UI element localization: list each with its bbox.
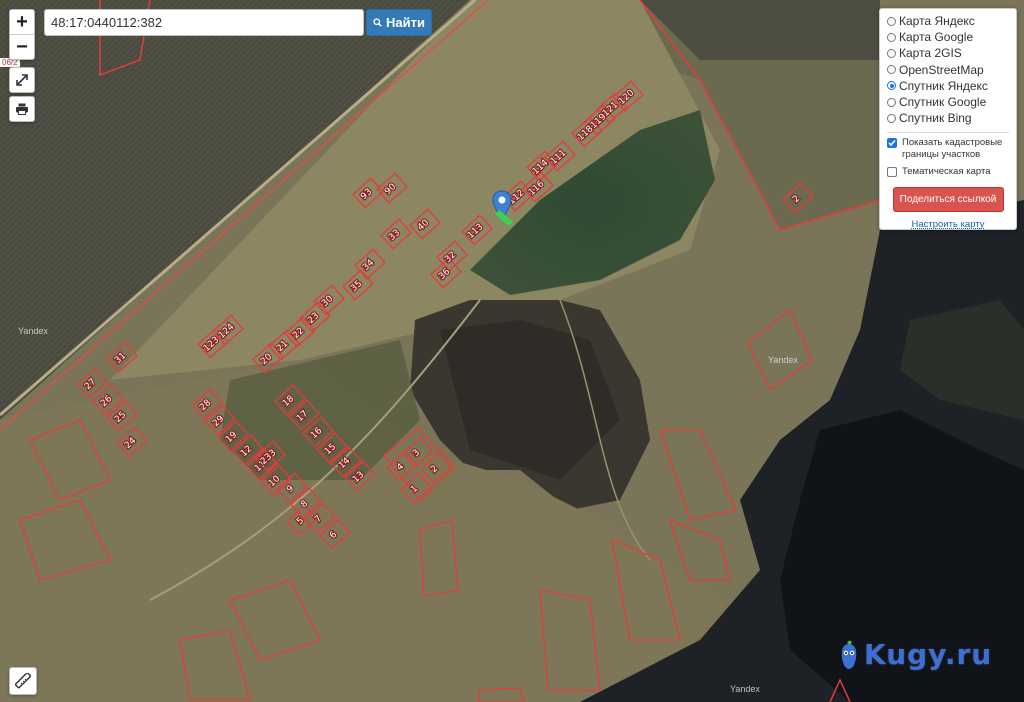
fullscreen-button[interactable] (9, 67, 35, 93)
search-icon (373, 18, 382, 27)
printer-icon (16, 103, 28, 115)
layer-option-google-satellite[interactable]: Спутник Google (887, 94, 1009, 110)
logo-text: Kugy.ru (864, 638, 993, 671)
share-link-button[interactable]: Поделиться ссылкой (892, 187, 1004, 213)
map-attribution: Yandex (18, 326, 48, 336)
cadastral-search-input[interactable] (44, 9, 364, 36)
layer-option-yandex-satellite[interactable]: Спутник Яндекс (887, 78, 1009, 94)
satellite-map[interactable]: 120 121 119 118 111 114 116 112 113 93 90 40 33 32 36 3… (0, 0, 1024, 702)
show-borders-checkbox[interactable]: Показать кадастровые границы участков (887, 137, 1009, 161)
mascot-icon (841, 640, 857, 669)
checkbox-icon (887, 167, 897, 178)
checkbox-icon (887, 138, 897, 149)
map-attribution: Yandex (768, 355, 798, 365)
layer-options: Карта Яндекс Карта Google Карта 2GIS Ope… (887, 13, 1009, 126)
layer-option-2gis-map[interactable]: Карта 2GIS (887, 45, 1009, 61)
ruler-button[interactable] (9, 667, 37, 695)
ruler-icon (15, 673, 31, 689)
find-button-label: Найти (386, 15, 425, 30)
thematic-map-checkbox[interactable]: Тематическая карта (887, 166, 1009, 178)
zoom-in-button[interactable]: + (10, 10, 34, 34)
find-button[interactable]: Найти (366, 9, 432, 36)
print-button[interactable] (9, 96, 35, 122)
expand-icon (16, 74, 28, 86)
layer-option-openstreetmap[interactable]: OpenStreetMap (887, 62, 1009, 78)
zoom-control: + − (9, 9, 35, 60)
layer-option-google-map[interactable]: Карта Google (887, 29, 1009, 45)
layer-option-bing-satellite[interactable]: Спутник Bing (887, 110, 1009, 126)
kugy-logo: Kugy.ru (838, 638, 992, 671)
map-attribution: Yandex (730, 684, 760, 694)
map-layers-panel: Карта Яндекс Карта Google Карта 2GIS Ope… (879, 8, 1017, 230)
zoom-out-button[interactable]: − (10, 34, 34, 59)
configure-map-link[interactable]: Настроить карту (887, 219, 1009, 230)
layer-option-yandex-map[interactable]: Карта Яндекс (887, 13, 1009, 29)
map-canvas: 12012111911811111411611211393 90403332363… (0, 0, 1024, 702)
